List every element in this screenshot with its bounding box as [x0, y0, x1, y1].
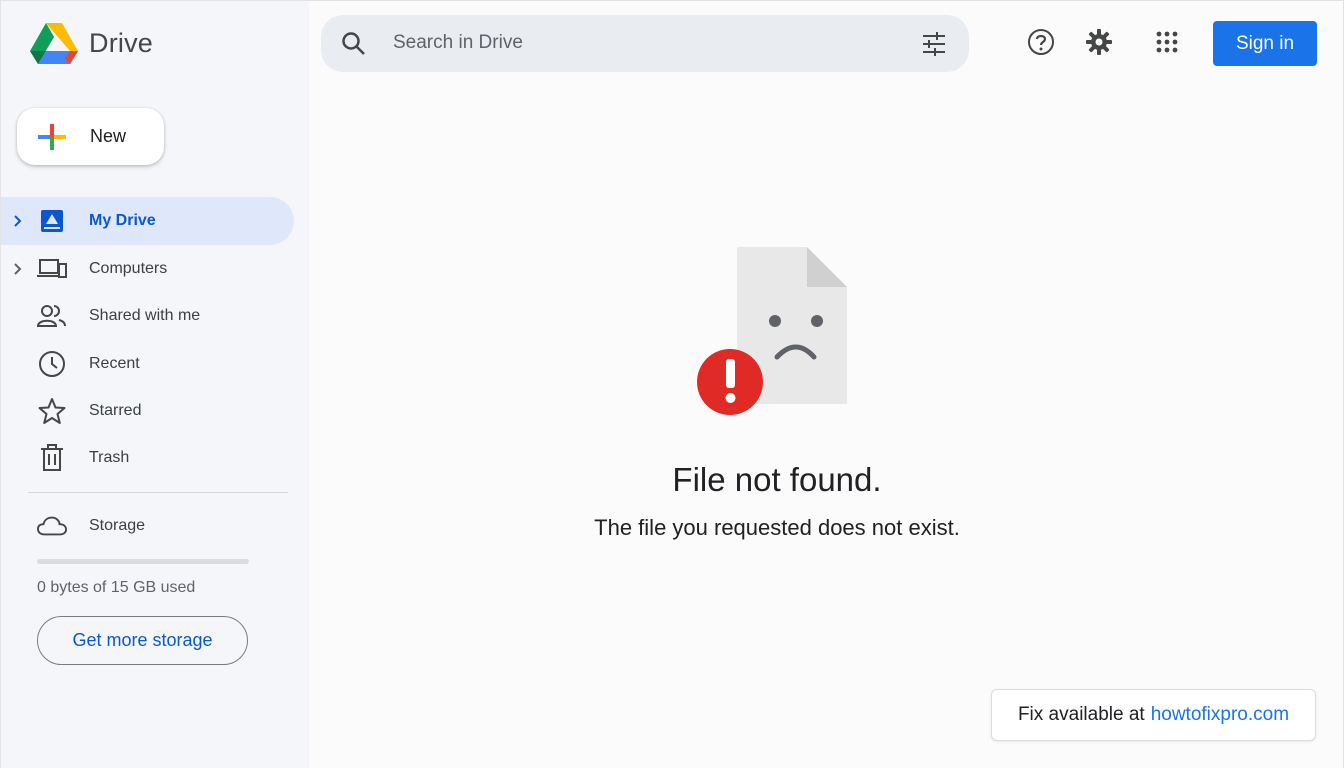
- clock-icon: [37, 351, 67, 377]
- settings-icon[interactable]: [1084, 27, 1114, 57]
- fix-notice-link[interactable]: howtofixpro.com: [1151, 704, 1289, 726]
- sidebar-item-my-drive[interactable]: My Drive: [1, 197, 294, 245]
- sidebar-item-starred[interactable]: Starred: [1, 387, 294, 435]
- new-button-label: New: [90, 126, 127, 146]
- search-input[interactable]: [393, 23, 893, 63]
- storage-usage-bar: [37, 559, 249, 564]
- sidebar-item-label: Computers: [89, 260, 168, 277]
- error-exclamation-icon: [697, 349, 763, 415]
- sidebar: Drive New My Drive Computers Shared with…: [1, 1, 309, 768]
- search-icon[interactable]: [341, 31, 367, 57]
- cloud-icon: [37, 513, 67, 539]
- sign-in-button[interactable]: Sign in: [1213, 21, 1317, 66]
- sidebar-item-label: Recent: [89, 355, 140, 372]
- storage-usage-text: 0 bytes of 15 GB used: [37, 579, 196, 596]
- trash-icon: [37, 444, 67, 471]
- fix-notice: Fix available at howtofixpro.com: [991, 689, 1316, 741]
- sidebar-item-label: Trash: [89, 449, 130, 466]
- sidebar-item-computers[interactable]: Computers: [1, 245, 294, 293]
- plus-icon: [38, 124, 66, 150]
- file-not-found-illustration: [697, 247, 847, 415]
- shared-with-me-icon: [37, 303, 67, 329]
- computers-icon: [37, 256, 67, 282]
- sidebar-item-trash[interactable]: Trash: [1, 434, 294, 482]
- app-name: Drive: [89, 27, 154, 58]
- chevron-right-icon[interactable]: [11, 214, 25, 228]
- my-drive-icon: [37, 208, 67, 234]
- sidebar-divider: [28, 492, 288, 493]
- sidebar-item-shared-with-me[interactable]: Shared with me: [1, 292, 294, 340]
- sidebar-item-label: Shared with me: [89, 307, 201, 324]
- drive-logo[interactable]: Drive: [29, 21, 153, 65]
- sidebar-item-storage[interactable]: Storage: [1, 502, 294, 550]
- sidebar-item-recent[interactable]: Recent: [1, 340, 294, 388]
- search-bar[interactable]: [321, 15, 969, 72]
- fix-notice-text: Fix available at: [1017, 704, 1145, 725]
- sidebar-item-label: Starred: [89, 402, 142, 419]
- chevron-right-icon[interactable]: [11, 262, 25, 276]
- help-icon[interactable]: [1026, 27, 1056, 57]
- apps-grid-icon[interactable]: [1152, 27, 1182, 57]
- sidebar-item-label: My Drive: [89, 212, 156, 229]
- storage-label: Storage: [89, 517, 146, 534]
- main-content: Sign in File not found. The file you req…: [309, 1, 1343, 768]
- star-icon: [37, 398, 67, 424]
- drive-logo-icon: [30, 23, 78, 64]
- new-button[interactable]: New: [17, 108, 164, 165]
- search-options-icon[interactable]: [921, 31, 947, 57]
- error-title: File not found.: [672, 461, 882, 498]
- get-more-storage-button[interactable]: Get more storage: [37, 616, 248, 665]
- error-subtitle: The file you requested does not exist.: [594, 515, 960, 540]
